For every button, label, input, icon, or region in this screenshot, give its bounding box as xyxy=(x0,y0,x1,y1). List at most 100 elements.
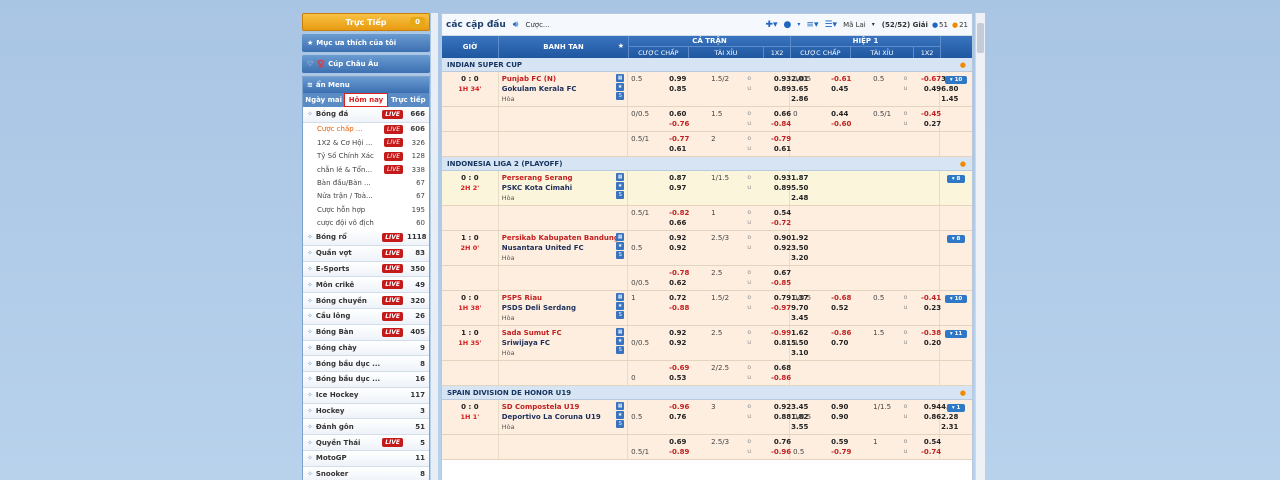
video-icon[interactable]: S xyxy=(616,251,625,259)
hc-odds[interactable]: 0.45 xyxy=(831,84,873,94)
over-under[interactable]: 2.5 o 0.67 xyxy=(711,268,791,278)
over-under[interactable]: u -0.97 xyxy=(711,303,791,313)
hc-odds[interactable]: -0.89 xyxy=(669,447,711,457)
over-under[interactable]: u -0.86 xyxy=(711,373,791,383)
ou-odds[interactable] xyxy=(914,422,941,432)
over-under[interactable] xyxy=(873,373,941,383)
hc-odds[interactable] xyxy=(831,144,873,154)
ou-odds[interactable] xyxy=(914,253,941,263)
ou-odds[interactable]: 0.89 xyxy=(759,84,791,94)
ou-odds[interactable]: -0.41 xyxy=(914,293,941,303)
more-bets-button[interactable]: ▾ 10 xyxy=(944,295,968,303)
sidebar-sport-item[interactable]: ✧ Bóng chày 9 xyxy=(303,340,429,357)
sidebar-sport-item[interactable]: ✧ Môn crikê LIVE 49 xyxy=(303,277,429,294)
handicap[interactable]: 0.92 xyxy=(631,233,711,243)
sidebar-sport-item[interactable]: ✧ Cầu lông LIVE 26 xyxy=(303,308,429,325)
over-under[interactable]: 1.5/2 o 0.79 xyxy=(711,293,791,303)
ou-odds[interactable]: 0.54 xyxy=(914,437,941,447)
handicap[interactable]: 0.69 xyxy=(631,437,711,447)
sidebar-sport-item[interactable]: ✧ Ice Hockey 117 xyxy=(303,387,429,404)
hc-odds[interactable]: -0.77 xyxy=(669,134,711,144)
more-bets-button[interactable]: ▾ 1 xyxy=(946,404,966,412)
handicap[interactable] xyxy=(793,348,873,358)
video-icon[interactable]: S xyxy=(616,346,625,354)
handicap[interactable]: -0.78 xyxy=(631,268,711,278)
away-team[interactable]: PSDS Deli Serdang xyxy=(502,303,624,313)
ou-odds[interactable]: 0.68 xyxy=(759,363,791,373)
ou-odds[interactable]: 0.93 xyxy=(759,74,791,84)
sub-market-item[interactable]: Cược hỗn hợp 195 xyxy=(303,203,429,217)
handicap[interactable]: 0 0.53 xyxy=(631,373,711,383)
ou-odds[interactable]: 0.92 xyxy=(759,243,791,253)
ou-odds[interactable]: -0.97 xyxy=(759,303,791,313)
away-team[interactable]: Sriwijaya FC xyxy=(502,338,624,348)
handicap[interactable]: 0.5 0.92 xyxy=(631,243,711,253)
over-under[interactable]: u 0.89 xyxy=(711,183,791,193)
handicap[interactable]: 0.5/1 -0.89 xyxy=(631,447,711,457)
handicap[interactable]: 1 0.72 xyxy=(631,293,711,303)
ou-odds[interactable] xyxy=(759,348,791,358)
video-icon[interactable]: S xyxy=(616,191,625,199)
over-under[interactable]: u 0.27 xyxy=(873,119,942,129)
handicap[interactable] xyxy=(793,363,873,373)
handicap[interactable]: 0.45 xyxy=(793,84,873,94)
over-under[interactable] xyxy=(711,313,791,323)
hc-odds[interactable]: 0.70 xyxy=(831,338,873,348)
hc-odds[interactable]: 0.60 xyxy=(669,109,711,119)
hc-odds[interactable] xyxy=(831,173,873,183)
hc-odds[interactable] xyxy=(831,373,873,383)
hc-odds[interactable] xyxy=(669,193,711,203)
ou-odds[interactable]: 0.89 xyxy=(759,183,791,193)
stats-icon[interactable]: ▦ xyxy=(616,233,625,241)
hc-odds[interactable]: 0.92 xyxy=(669,243,711,253)
handicap[interactable] xyxy=(793,243,873,253)
more-bets-button[interactable]: ▾ 8 xyxy=(946,175,966,183)
over-under[interactable] xyxy=(873,144,941,154)
over-under[interactable]: u 0.89 xyxy=(711,84,791,94)
handicap[interactable] xyxy=(631,253,711,263)
over-under[interactable] xyxy=(873,253,941,263)
hc-odds[interactable] xyxy=(831,278,873,288)
more-bets-button[interactable]: ▾ 11 xyxy=(944,330,968,338)
handicap[interactable]: 0/0.5 0.62 xyxy=(631,278,711,288)
hc-odds[interactable]: -0.96 xyxy=(669,402,711,412)
handicap[interactable]: 0.5 0.99 xyxy=(631,74,711,84)
handicap[interactable] xyxy=(793,94,873,104)
over-under[interactable]: u -0.72 xyxy=(711,218,791,228)
over-under[interactable] xyxy=(873,183,941,193)
sidebar-sport-item[interactable]: ✧ Quyền Thái LIVE 5 xyxy=(303,435,429,452)
handicap[interactable] xyxy=(793,183,873,193)
hc-odds[interactable] xyxy=(831,183,873,193)
more-bets-button[interactable]: ▾ 10 xyxy=(944,76,968,84)
ou-odds[interactable] xyxy=(914,173,941,183)
ou-odds[interactable] xyxy=(914,348,941,358)
handicap[interactable] xyxy=(793,422,873,432)
over-under[interactable]: 0.5 o -0.41 xyxy=(873,293,941,303)
over-under[interactable]: u 0.49 xyxy=(873,84,942,94)
hc-odds[interactable] xyxy=(831,193,873,203)
ou-odds[interactable] xyxy=(759,253,791,263)
handicap[interactable]: 0.87 xyxy=(631,173,711,183)
ou-odds[interactable] xyxy=(914,373,941,383)
over-under[interactable]: 3 o 0.92 xyxy=(711,402,791,412)
handicap[interactable] xyxy=(631,94,711,104)
over-under[interactable] xyxy=(873,94,941,104)
hc-odds[interactable] xyxy=(831,233,873,243)
hc-odds[interactable] xyxy=(669,313,711,323)
handicap[interactable] xyxy=(793,144,873,154)
ou-odds[interactable]: 0.27 xyxy=(914,119,941,129)
over-under[interactable] xyxy=(711,94,791,104)
ou-odds[interactable]: -0.84 xyxy=(759,119,791,129)
handicap[interactable]: 0/0.5 -0.68 xyxy=(793,293,873,303)
ou-odds[interactable]: 0.94 xyxy=(914,402,941,412)
over-under[interactable] xyxy=(873,363,941,373)
ou-odds[interactable]: 0.49 xyxy=(914,84,941,94)
sidebar-sport-item[interactable]: ✧ Bóng bầu dục ... 8 xyxy=(303,356,429,373)
star-icon[interactable]: ★ xyxy=(616,242,625,250)
sidebar-sport-item[interactable]: ✧ Bóng Bàn LIVE 405 xyxy=(303,324,429,341)
over-under[interactable]: 1.5 o -0.38 xyxy=(873,328,941,338)
hc-odds[interactable] xyxy=(669,253,711,263)
ou-odds[interactable]: 0.92 xyxy=(759,402,791,412)
over-under[interactable]: 0.5 o -0.67 xyxy=(873,74,941,84)
star-icon[interactable]: ★ xyxy=(616,182,625,190)
